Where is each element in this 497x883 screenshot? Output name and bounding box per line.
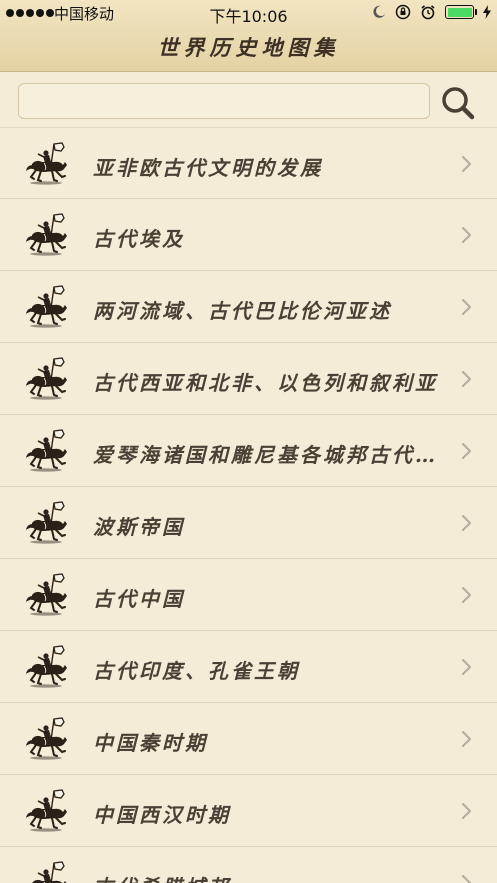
horseman-icon bbox=[32, 861, 67, 883]
horseman-icon bbox=[26, 285, 67, 328]
chevron-right-icon bbox=[461, 658, 472, 676]
list-item-label: 波斯帝国 bbox=[93, 515, 185, 539]
battery-icon bbox=[445, 5, 477, 19]
horseman-icon bbox=[26, 717, 67, 760]
chapter-list: 亚非欧古代文明的发展 古代埃及 两河流域、古代巴比伦河亚述 古代西亚和北非、以色… bbox=[0, 127, 497, 883]
horseman-icon bbox=[26, 429, 67, 472]
list-item-label: 古代中国 bbox=[93, 587, 185, 611]
search-button[interactable] bbox=[438, 85, 478, 121]
list-item-label: 古代埃及 bbox=[93, 227, 185, 251]
alarm-icon bbox=[421, 5, 435, 20]
rotation-lock-icon bbox=[395, 4, 411, 20]
horseman-icon bbox=[26, 213, 67, 256]
chevron-right-icon bbox=[461, 226, 472, 244]
list-item[interactable]: 亚非欧古代文明的发展 bbox=[0, 127, 497, 199]
list-item[interactable]: 古代印度、孔雀王朝 bbox=[0, 631, 497, 703]
list-item[interactable]: 中国西汉时期 bbox=[0, 775, 497, 847]
horseman-icon bbox=[26, 357, 67, 400]
moon-icon bbox=[373, 5, 385, 18]
status-bar: 中国移动 下午10:06 bbox=[0, 0, 497, 26]
navigation-header: 中国移动 下午10:06 世界历史地图集 bbox=[0, 0, 497, 72]
list-item[interactable]: 古代埃及 bbox=[0, 199, 497, 271]
list-item[interactable]: 中国秦时期 bbox=[0, 703, 497, 775]
page-title: 世界历史地图集 bbox=[157, 35, 340, 60]
horseman-icon bbox=[26, 573, 67, 616]
horseman-icon bbox=[26, 142, 67, 185]
list-item-label: 亚非欧古代文明的发展 bbox=[93, 156, 323, 180]
horseman-icon bbox=[26, 789, 67, 832]
horseman-icon bbox=[26, 501, 67, 544]
list-item-label: 爱琴海诸国和雕尼基各城邦古代… bbox=[93, 443, 438, 467]
chevron-right-icon bbox=[461, 586, 472, 604]
list-item[interactable]: 波斯帝国 bbox=[0, 487, 497, 559]
horseman-icon bbox=[26, 645, 67, 688]
list-item-label: 古代西亚和北非、以色列和叙利亚 bbox=[93, 371, 438, 395]
list-item[interactable]: 古代希腊城邦 bbox=[0, 847, 497, 883]
search-icon bbox=[442, 87, 475, 120]
list-item[interactable]: 古代中国 bbox=[0, 559, 497, 631]
list-item[interactable]: 古代西亚和北非、以色列和叙利亚 bbox=[0, 343, 497, 415]
list-item-label: 中国西汉时期 bbox=[93, 803, 231, 827]
search-input[interactable] bbox=[18, 83, 430, 119]
list-item[interactable]: 爱琴海诸国和雕尼基各城邦古代… bbox=[0, 415, 497, 487]
chevron-right-icon bbox=[461, 370, 472, 388]
chevron-right-icon bbox=[461, 155, 472, 173]
list-item-label: 古代印度、孔雀王朝 bbox=[93, 659, 300, 683]
chevron-right-icon bbox=[461, 514, 472, 532]
list-item-label: 两河流域、古代巴比伦河亚述 bbox=[93, 299, 392, 323]
charging-bolt-icon bbox=[483, 5, 491, 19]
chevron-right-icon bbox=[461, 298, 472, 316]
chevron-right-icon bbox=[461, 442, 472, 460]
chevron-right-icon bbox=[461, 874, 472, 883]
chevron-right-icon bbox=[461, 802, 472, 820]
search-bar bbox=[0, 73, 497, 127]
chevron-right-icon bbox=[461, 730, 472, 748]
list-item-label: 古代希腊城邦 bbox=[93, 871, 453, 883]
list-item[interactable]: 两河流域、古代巴比伦河亚述 bbox=[0, 271, 497, 343]
list-item-label: 中国秦时期 bbox=[93, 731, 208, 755]
